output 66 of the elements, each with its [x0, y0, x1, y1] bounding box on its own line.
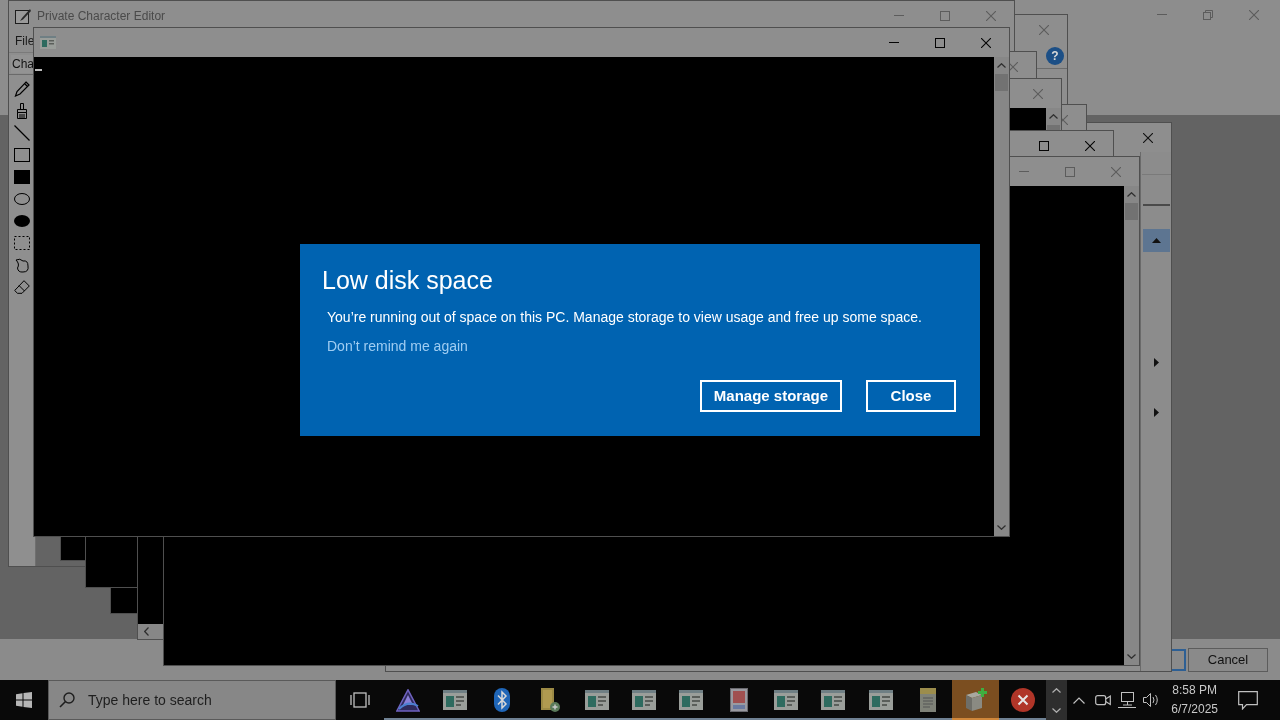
window-title: Private Character Editor — [37, 7, 166, 25]
maximize-icon[interactable] — [1039, 140, 1049, 151]
line-icon[interactable] — [14, 125, 30, 141]
scroll-thumb[interactable] — [1125, 203, 1138, 220]
freeform-icon[interactable] — [14, 257, 30, 273]
error-icon — [1010, 688, 1035, 712]
maximize-icon[interactable] — [935, 37, 945, 48]
dialog-button[interactable]: Cancel — [1188, 647, 1268, 672]
app-window-icon — [774, 690, 798, 710]
close-icon[interactable] — [1085, 140, 1095, 151]
app-window-icon — [584, 690, 609, 710]
text-cursor — [35, 69, 42, 71]
chevron-up-icon[interactable] — [1073, 696, 1086, 704]
chevron-down-icon[interactable] — [1127, 654, 1136, 659]
edit-icon — [15, 7, 31, 24]
scroll-up-button[interactable] — [1142, 229, 1170, 252]
notepad-icon — [919, 688, 936, 712]
cube-icon — [963, 688, 988, 712]
task-view-icon[interactable] — [350, 692, 370, 708]
chevron-down-icon[interactable] — [1052, 707, 1062, 713]
toolbar-label: Cha — [11, 54, 35, 73]
volume-icon[interactable] — [1143, 692, 1160, 708]
clock-date[interactable]: 6/7/2025 — [1171, 700, 1218, 719]
app-window-icon — [40, 36, 56, 49]
pencil-icon[interactable] — [14, 81, 30, 97]
dialog-title: Low disk space — [322, 265, 493, 296]
video-camera-icon[interactable] — [1095, 692, 1112, 708]
dismiss-link[interactable]: Don’t remind me again — [327, 337, 468, 355]
chevron-up-icon[interactable] — [1052, 687, 1062, 693]
ellipse-icon[interactable] — [14, 193, 30, 205]
chevron-left-icon[interactable] — [144, 627, 149, 636]
close-icon[interactable] — [981, 37, 991, 48]
file-icon — [539, 688, 560, 712]
help-button[interactable]: ? — [1046, 47, 1064, 65]
search-icon — [59, 692, 75, 708]
chevron-down-icon[interactable] — [997, 525, 1006, 530]
scrollbar[interactable] — [994, 57, 1009, 536]
app-window-icon — [632, 690, 657, 710]
app-window-icon — [679, 690, 704, 710]
menu-item[interactable]: File — [15, 32, 35, 50]
triangle-logo-icon — [395, 688, 420, 712]
rectangle-icon[interactable] — [14, 148, 30, 162]
dialog-button[interactable]: Manage storage — [699, 380, 842, 412]
network-icon[interactable] — [1118, 692, 1137, 708]
bluetooth-icon — [494, 688, 511, 712]
search-field[interactable]: Type here to search — [48, 680, 336, 720]
caret-right-icon[interactable] — [1153, 358, 1159, 367]
eraser-icon[interactable] — [14, 280, 30, 294]
app-window-icon — [442, 690, 467, 710]
windows-logo-icon[interactable] — [16, 692, 32, 708]
caret-right-icon[interactable] — [1153, 408, 1159, 417]
dialog-message: You’re running out of space on this PC. Manage storage to view usage and free up some space. — [327, 308, 922, 326]
app-window-icon — [821, 690, 846, 710]
brush-icon[interactable] — [16, 103, 28, 119]
clock-time[interactable]: 8:58 PM — [1172, 681, 1217, 700]
document-icon — [729, 688, 748, 712]
scrollbar[interactable] — [1124, 186, 1139, 665]
filled-ellipse-icon[interactable] — [14, 215, 30, 227]
scroll-thumb[interactable] — [995, 74, 1008, 91]
dialog-button[interactable]: Close — [866, 380, 956, 412]
notification-icon[interactable] — [1238, 690, 1259, 710]
close-icon[interactable] — [1008, 61, 1018, 72]
selection-icon[interactable] — [14, 236, 30, 250]
app-window-icon — [868, 690, 893, 710]
triangle-up-icon — [1151, 238, 1161, 243]
close-icon[interactable] — [1143, 132, 1153, 143]
